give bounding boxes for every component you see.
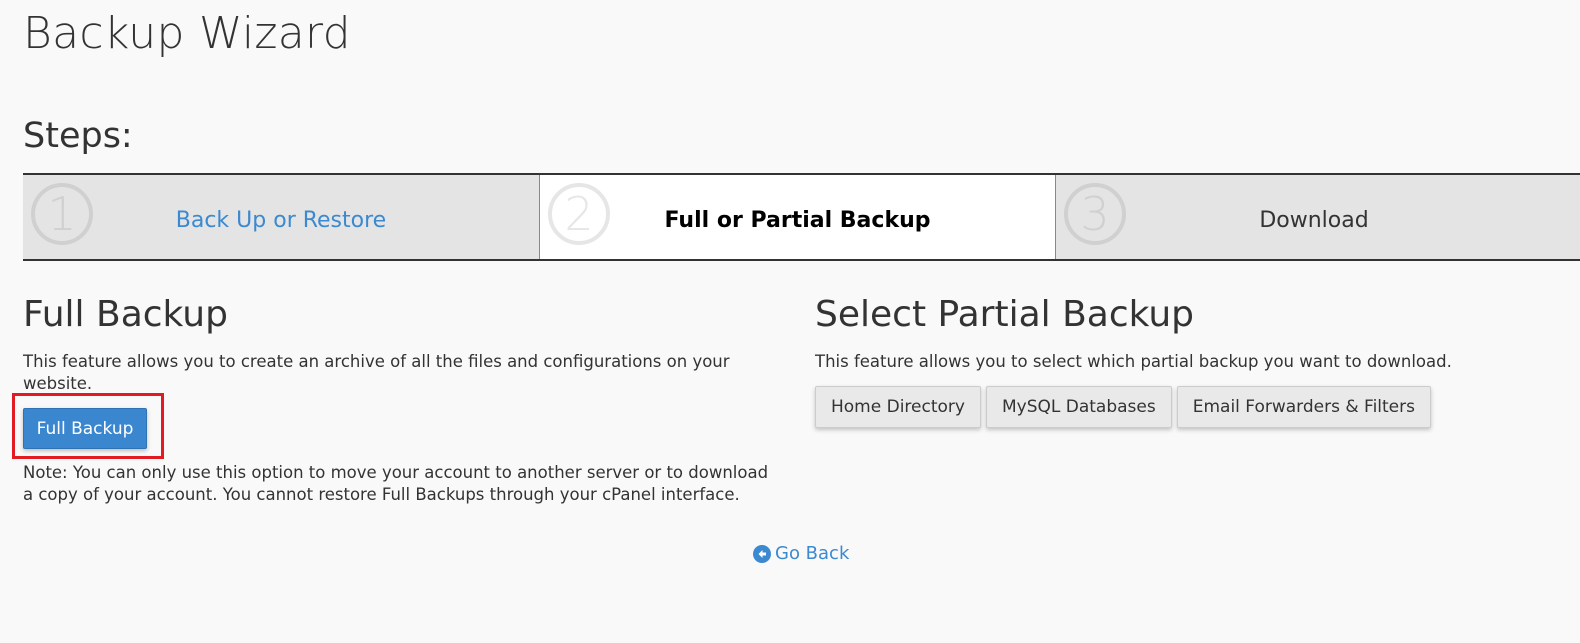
- step-back-up-or-restore[interactable]: 1 Back Up or Restore: [23, 175, 539, 259]
- step-full-or-partial-backup: 2 Full or Partial Backup: [539, 175, 1056, 259]
- wizard-steps: 1 Back Up or Restore 2 Full or Partial B…: [23, 173, 1580, 261]
- partial-backup-heading: Select Partial Backup: [815, 294, 1195, 335]
- step-label[interactable]: Back Up or Restore: [23, 208, 539, 233]
- partial-backup-description: This feature allows you to select which …: [815, 352, 1452, 371]
- full-backup-heading: Full Backup: [23, 294, 228, 335]
- step-label: Full or Partial Backup: [664, 208, 931, 233]
- full-backup-button[interactable]: Full Backup: [23, 408, 147, 449]
- arrow-circle-left-icon: [753, 544, 771, 563]
- email-forwarders-filters-button[interactable]: Email Forwarders & Filters: [1176, 386, 1431, 428]
- home-directory-button[interactable]: Home Directory: [815, 386, 981, 428]
- step-download: 3 Download: [1056, 175, 1580, 259]
- partial-backup-buttons: Home Directory MySQL Databases Email For…: [815, 386, 1431, 428]
- mysql-databases-button[interactable]: MySQL Databases: [985, 386, 1172, 428]
- full-backup-description: This feature allows you to create an arc…: [23, 352, 730, 393]
- page-title: Backup Wizard: [23, 8, 351, 59]
- steps-heading: Steps:: [23, 116, 133, 156]
- step-label: Download: [1259, 208, 1369, 233]
- go-back-link[interactable]: Go Back: [753, 543, 849, 564]
- go-back-label: Go Back: [775, 543, 850, 564]
- full-backup-note: Note: You can only use this option to mo…: [23, 463, 769, 504]
